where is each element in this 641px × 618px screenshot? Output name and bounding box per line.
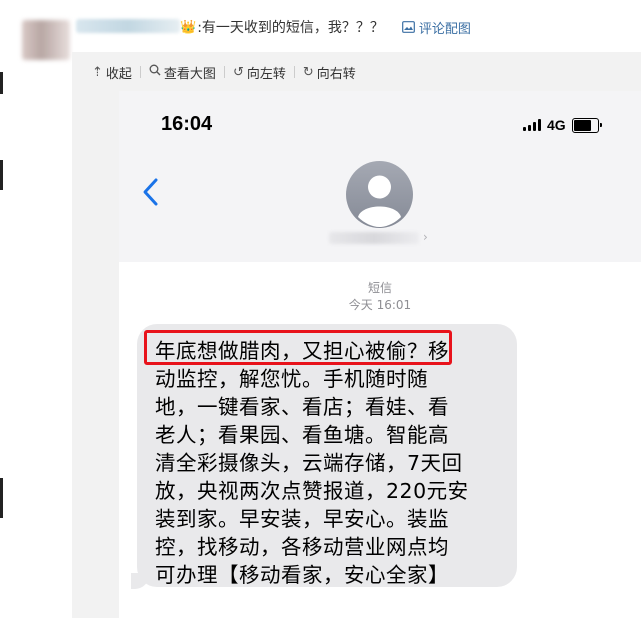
highlight-box (144, 330, 452, 365)
collapse-button[interactable]: ⇡ 收起 (92, 63, 132, 82)
divider (293, 66, 295, 78)
contact-avatar-icon[interactable] (346, 161, 413, 232)
chevron-right-icon: › (423, 230, 428, 244)
back-chevron-icon[interactable] (141, 177, 159, 211)
signal-bars-icon (523, 119, 541, 131)
message-line: 可办理【移动看家，安心全家】 (155, 563, 449, 587)
magnifier-icon (149, 64, 161, 80)
view-large-button[interactable]: 查看大图 (149, 63, 216, 82)
rail-mark (0, 72, 3, 94)
comment-picture-label: 评论配图 (418, 21, 471, 37)
crown-emoji-icon: 👑 (180, 19, 197, 35)
rotate-left-label: 向左转 (246, 66, 286, 82)
rotate-right-button[interactable]: ↻ 向右转 (303, 63, 356, 82)
phone-screenshot[interactable]: 16:04 4G › 短信 今天 16:01 年底想做腊肉，又担心被偷？移 动监… (119, 91, 641, 618)
message-line: 控，找移动，各移动营业网点均 (155, 535, 449, 559)
view-large-label: 查看大图 (163, 66, 216, 82)
image-icon (402, 21, 419, 33)
message-line: 放，央视两次点赞报道，220元安 (155, 479, 469, 503)
comment-picture-link[interactable]: 评论配图 (402, 18, 471, 37)
battery-icon (571, 117, 602, 133)
picture-toolbar: ⇡ 收起 查看大图 ↺ 向左转 ↻ 向右转 (92, 60, 356, 84)
message-line: 地，一键看家、看店；看娃、看 (155, 395, 449, 419)
message-line: 动监控，解您忧。手机随时随 (155, 367, 428, 391)
user-avatar[interactable] (22, 20, 70, 60)
rail-mark (0, 478, 3, 518)
left-rail (0, 0, 6, 618)
network-type: 4G (547, 117, 566, 133)
sms-label: 短信 (367, 281, 392, 295)
rotate-right-icon: ↻ (302, 64, 314, 80)
rotate-right-label: 向右转 (316, 66, 356, 82)
message-line: 清全彩摄像头，云端存储，7天回 (155, 451, 463, 475)
divider (223, 66, 225, 78)
upload-arrow-icon: ⇡ (92, 64, 103, 80)
post-text: :有一天收到的短信，我？？？ (197, 20, 384, 36)
rail-mark (0, 160, 3, 190)
rotate-left-icon: ↺ (232, 64, 244, 80)
collapse-label: 收起 (105, 66, 132, 82)
status-time: 16:04 (161, 113, 213, 135)
status-indicators: 4G (523, 117, 602, 133)
user-name[interactable] (76, 19, 180, 33)
message-line: 老人；看果园、看鱼塘。智能高 (155, 423, 449, 447)
divider (139, 66, 141, 78)
contact-name[interactable] (329, 232, 419, 244)
sms-timestamp: 今天 16:01 (348, 298, 412, 312)
rotate-left-button[interactable]: ↺ 向左转 (233, 63, 286, 82)
post-text-line: 👑 :有一天收到的短信，我？？？ 评论配图 (180, 16, 471, 38)
message-line: 装到家。早安装，早安心。装监 (155, 507, 449, 531)
